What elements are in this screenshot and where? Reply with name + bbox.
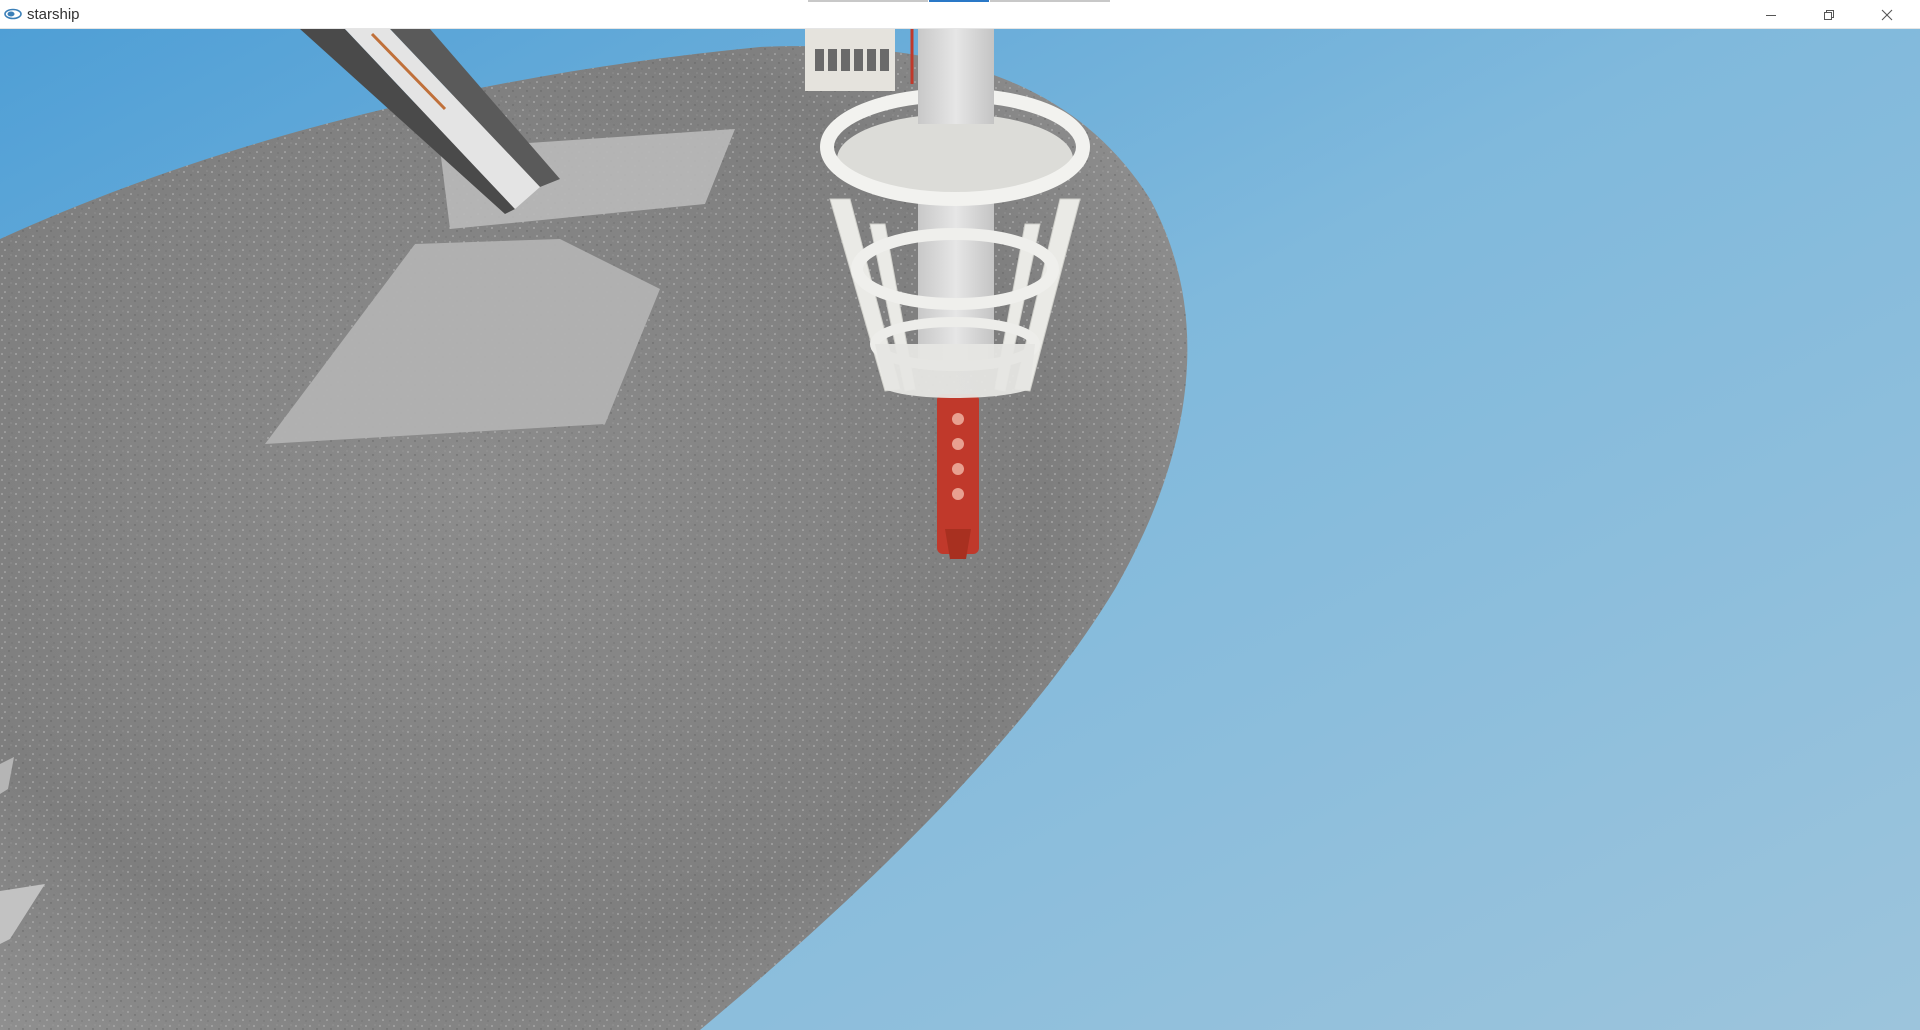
window-titlebar[interactable]: starship (0, 0, 1920, 29)
tab-indicator-left (808, 0, 928, 2)
tab-indicator-active (929, 0, 989, 2)
close-icon (1881, 9, 1893, 20)
tower-shaft-top (918, 29, 994, 124)
cage-base-shell (875, 344, 1035, 398)
tab-indicator-right (990, 0, 1110, 2)
restore-icon (1824, 9, 1834, 20)
window-title: starship (27, 6, 80, 23)
minimize-icon (1766, 14, 1776, 16)
close-button[interactable] (1858, 0, 1916, 29)
minimize-button[interactable] (1742, 0, 1800, 29)
restore-button[interactable] (1800, 0, 1858, 29)
starship-app-icon (4, 7, 22, 21)
3d-viewport[interactable] (0, 29, 1920, 1030)
